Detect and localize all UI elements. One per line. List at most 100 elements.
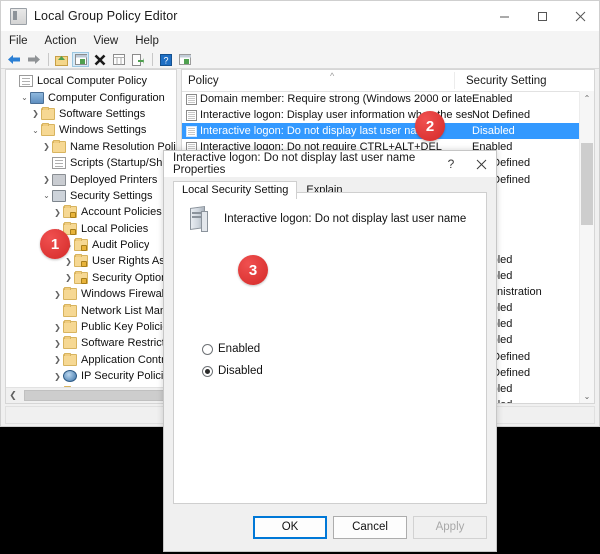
ok-button[interactable]: OK xyxy=(253,515,327,539)
tree-item[interactable]: ❯ Public Key Policies xyxy=(8,319,176,335)
tree-item-label: Local Policies xyxy=(81,222,149,235)
show-hide-tree-icon[interactable] xyxy=(72,52,89,67)
tree-item[interactable]: Scripts (Startup/Shutdo xyxy=(8,155,176,171)
policy-name-cell: Domain member: Require strong (Windows 2… xyxy=(200,93,472,106)
policy-icon xyxy=(186,125,197,137)
chevron-down-icon[interactable]: ⌄ xyxy=(19,93,30,102)
tree-item[interactable]: ❯ Name Resolution Polic xyxy=(8,139,176,155)
tree-scroll-track[interactable] xyxy=(20,389,172,402)
scroll-down-icon[interactable]: ⌄ xyxy=(580,389,594,403)
scroll-up-icon[interactable]: ⌃ xyxy=(580,91,594,105)
list-vertical-scrollbar[interactable]: ⌃ ⌄ xyxy=(579,91,594,403)
header-divider[interactable] xyxy=(454,72,455,89)
security-setting-cell: Enabled xyxy=(472,93,513,106)
chevron-right-icon[interactable]: ❯ xyxy=(30,109,41,118)
folder-icon xyxy=(63,287,77,301)
up-one-level-icon[interactable] xyxy=(53,52,70,67)
tree-item[interactable]: ❯ Security Option xyxy=(8,270,176,286)
close-button[interactable] xyxy=(561,1,599,31)
radio-enabled[interactable]: Enabled xyxy=(202,343,263,355)
tree-item[interactable]: ❯Audit Policy xyxy=(8,237,176,253)
scroll-left-icon[interactable]: ❮ xyxy=(6,390,20,401)
cancel-button[interactable]: Cancel xyxy=(333,515,407,539)
delete-icon[interactable] xyxy=(91,52,108,67)
table-row[interactable]: Interactive logon: Do not display last u… xyxy=(182,123,580,140)
tree-item[interactable]: ⌄ Computer Configuration xyxy=(8,89,176,105)
tree-item[interactable]: Local Computer Policy xyxy=(8,73,176,89)
chevron-right-icon[interactable]: ❯ xyxy=(41,175,52,184)
tree-item[interactable]: ❯ Account Policies xyxy=(8,204,176,220)
table-row[interactable]: Domain member: Require strong (Windows 2… xyxy=(182,91,580,107)
policy-icon xyxy=(19,75,33,88)
minimize-button[interactable] xyxy=(485,1,523,31)
chevron-down-icon[interactable]: ⌄ xyxy=(41,191,52,200)
table-row[interactable]: Interactive logon: Display user informat… xyxy=(182,107,580,123)
tree-item[interactable]: Network List Mana xyxy=(8,302,176,318)
chevron-right-icon[interactable]: ❯ xyxy=(41,142,52,151)
tree-item-label: Account Policies xyxy=(81,206,162,219)
tree-item-label: Public Key Policies xyxy=(81,321,174,334)
tree-item-label: IP Security Policies xyxy=(81,370,175,383)
tree-item[interactable]: ❯ Deployed Printers xyxy=(8,171,176,187)
chevron-right-icon[interactable]: ❯ xyxy=(52,372,63,381)
tab-local-security-setting[interactable]: Local Security Setting xyxy=(173,181,298,199)
tree-item[interactable]: ⌄Local Policies xyxy=(8,221,176,237)
maximize-button[interactable] xyxy=(523,1,561,31)
window-controls xyxy=(485,1,599,31)
menu-file[interactable]: File xyxy=(9,35,28,47)
tree-item[interactable]: ❯ Application Contro xyxy=(8,352,176,368)
apply-button[interactable]: Apply xyxy=(413,515,487,539)
chevron-right-icon[interactable]: ❯ xyxy=(63,257,74,266)
policy-icon xyxy=(186,93,197,105)
chevron-right-icon[interactable]: ❯ xyxy=(52,339,63,348)
policy-icon xyxy=(186,109,197,121)
list-scroll-thumb[interactable] xyxy=(581,143,593,225)
tree-item-label: Scripts (Startup/Shutdo xyxy=(70,157,176,170)
tree-item[interactable]: ❯ Software Restrictio xyxy=(8,335,176,351)
printer-icon xyxy=(52,173,66,186)
console-tree[interactable]: Local Computer Policy ⌄ Computer Configura… xyxy=(6,70,176,388)
tree-item-label: Application Contro xyxy=(81,353,171,366)
forward-icon[interactable] xyxy=(25,52,42,67)
tree-item[interactable]: ❯ IP Security Policies xyxy=(8,368,176,384)
help-icon[interactable]: ? xyxy=(157,52,174,67)
chevron-right-icon[interactable]: ❯ xyxy=(52,355,63,364)
chevron-right-icon[interactable]: ❯ xyxy=(63,273,74,282)
tree-item-label: Deployed Printers xyxy=(70,173,158,186)
tree-item[interactable]: ❯ Software Settings xyxy=(8,106,176,122)
dialog-help-icon[interactable]: ? xyxy=(436,151,466,177)
column-header-policy[interactable]: Policy xyxy=(182,75,460,87)
callout-badge-2: 2 xyxy=(415,111,445,141)
export-list-icon[interactable] xyxy=(129,52,146,67)
chevron-right-icon[interactable]: ❯ xyxy=(52,208,63,217)
dialog-title-buttons: ? xyxy=(436,151,496,177)
radio-disabled[interactable]: Disabled xyxy=(202,365,263,377)
refresh-icon[interactable] xyxy=(176,52,193,67)
list-header: Policy Security Setting ^ xyxy=(182,70,594,92)
tree-item-label: Network List Mana xyxy=(81,304,173,317)
menu-view[interactable]: View xyxy=(94,35,119,47)
chevron-right-icon[interactable]: ❯ xyxy=(52,323,63,332)
tree-item-label: Local Computer Policy xyxy=(37,75,148,88)
tree-item[interactable]: ❯ Windows Firewall xyxy=(8,286,176,302)
chevron-right-icon[interactable]: ❯ xyxy=(52,290,63,299)
chevron-down-icon[interactable]: ⌄ xyxy=(30,126,41,135)
folder-icon xyxy=(52,139,66,153)
tree-scroll-thumb[interactable] xyxy=(24,390,172,401)
back-icon[interactable] xyxy=(6,52,23,67)
properties-icon[interactable] xyxy=(110,52,127,67)
menu-action[interactable]: Action xyxy=(45,35,77,47)
tree-item[interactable]: ❯ User Rights Ass xyxy=(8,253,176,269)
tree-item[interactable]: ⌄ Windows Settings xyxy=(8,122,176,138)
tree-horizontal-scrollbar[interactable]: ❮ ❯ xyxy=(6,387,176,403)
callout-badge-1: 1 xyxy=(40,229,70,259)
tree-item-label: Windows Settings xyxy=(59,124,147,137)
dialog-tab-panel: Interactive logon: Do not display last u… xyxy=(173,192,487,504)
tree-item[interactable]: ⌄ Security Settings xyxy=(8,188,176,204)
radio-disabled-dot[interactable] xyxy=(202,365,213,377)
dialog-close-icon[interactable] xyxy=(466,151,496,177)
menu-help[interactable]: Help xyxy=(135,35,159,47)
tree-scroll-area: Local Computer Policy ⌄ Computer Configura… xyxy=(6,70,176,388)
radio-enabled-dot[interactable] xyxy=(202,343,213,355)
column-header-security-setting[interactable]: Security Setting xyxy=(460,75,547,87)
